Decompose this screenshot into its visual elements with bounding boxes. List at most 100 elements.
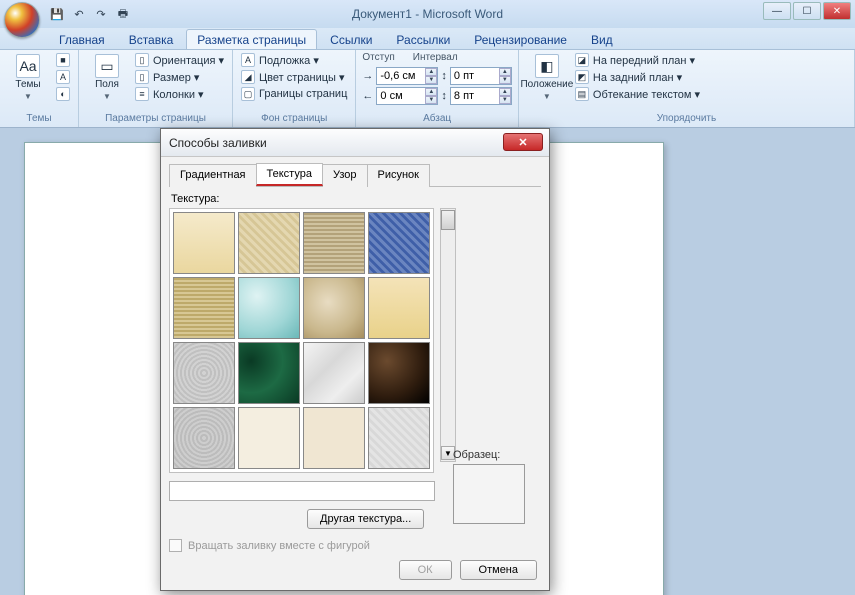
bring-front-button[interactable]: ◪На передний план ▾	[573, 52, 702, 68]
position-label: Положение	[520, 80, 573, 90]
tab-view[interactable]: Вид	[580, 29, 624, 49]
dlg-tab-gradient[interactable]: Градиентная	[169, 164, 257, 187]
quick-access-toolbar: 💾 ↶ ↷ 🖶	[48, 5, 132, 23]
dialog-titlebar[interactable]: Способы заливки ✕	[161, 129, 549, 157]
texture-scrollbar[interactable]: ▲ ▼	[440, 208, 456, 462]
spin-up[interactable]: ▲	[425, 68, 437, 76]
spacing-before-icon: ↕	[441, 70, 447, 82]
ribbon: Aa Темы ▼ ■ A ◐ Темы ▭ Поля ▼ ▯Ориентаци…	[0, 50, 855, 128]
fill-effects-dialog: Способы заливки ✕ Градиентная Текстура У…	[160, 128, 550, 591]
rotate-fill-label: Вращать заливку вместе с фигурой	[188, 540, 370, 552]
window-title: Документ1 - Microsoft Word	[352, 7, 503, 21]
group-arrange: ◧ Положение ▼ ◪На передний план ▾ ◩ На за…	[519, 50, 855, 127]
spin-up[interactable]: ▲	[499, 88, 511, 96]
texture-swatch[interactable]	[238, 407, 300, 469]
texture-swatch[interactable]	[173, 212, 235, 274]
tab-page-layout[interactable]: Разметка страницы	[186, 29, 317, 49]
texture-swatch[interactable]	[173, 407, 235, 469]
spin-down[interactable]: ▼	[499, 96, 511, 104]
sample-label: Образец:	[453, 449, 531, 461]
text-wrap-button[interactable]: ▤ Обтекание текстом ▾	[573, 86, 702, 102]
qat-redo[interactable]: ↷	[92, 5, 110, 23]
spin-up[interactable]: ▲	[425, 88, 437, 96]
other-texture-button[interactable]: Другая текстура...	[307, 509, 424, 529]
texture-swatch[interactable]	[238, 342, 300, 404]
texture-swatch[interactable]	[368, 342, 430, 404]
group-page-setup: ▭ Поля ▼ ▯Ориентация ▾ ▯Размер ▾ ≡Колонк…	[79, 50, 233, 127]
group-themes: Aa Темы ▼ ■ A ◐ Темы	[0, 50, 79, 127]
columns-button[interactable]: ≡Колонки ▾	[133, 86, 226, 102]
sample-section: Образец:	[453, 449, 531, 524]
office-button[interactable]	[4, 2, 40, 38]
themes-label: Темы	[15, 80, 40, 90]
texture-swatch[interactable]	[303, 212, 365, 274]
tab-insert[interactable]: Вставка	[118, 29, 185, 49]
spin-down[interactable]: ▼	[499, 76, 511, 84]
scroll-thumb[interactable]	[441, 210, 455, 230]
qat-save[interactable]: 💾	[48, 5, 66, 23]
chevron-down-icon: ▼	[103, 92, 111, 101]
ribbon-tabs: Главная Вставка Разметка страницы Ссылки…	[0, 28, 855, 50]
group-page-setup-label: Параметры страницы	[85, 112, 226, 125]
spin-up[interactable]: ▲	[499, 68, 511, 76]
dialog-footer: ОК Отмена	[169, 560, 541, 580]
themes-icon: Aa	[16, 54, 40, 78]
qat-print[interactable]: 🖶	[114, 5, 132, 23]
cancel-button[interactable]: Отмена	[460, 560, 537, 580]
tab-review[interactable]: Рецензирование	[463, 29, 578, 49]
watermark-button[interactable]: AПодложка ▾	[239, 52, 349, 68]
dlg-tab-picture[interactable]: Рисунок	[367, 164, 431, 187]
orientation-button[interactable]: ▯Ориентация ▾	[133, 52, 226, 68]
front-icon: ◪	[575, 53, 589, 67]
tab-mailings[interactable]: Рассылки	[385, 29, 461, 49]
margins-button[interactable]: ▭ Поля ▼	[85, 52, 129, 103]
tab-home[interactable]: Главная	[48, 29, 116, 49]
texture-swatch[interactable]	[173, 342, 235, 404]
orientation-icon: ▯	[135, 53, 149, 67]
texture-swatch[interactable]	[368, 277, 430, 339]
texture-swatch[interactable]	[368, 407, 430, 469]
chevron-down-icon: ▼	[543, 92, 551, 101]
minimize-button[interactable]: —	[763, 2, 791, 20]
border-icon: ▢	[241, 87, 255, 101]
theme-colors-button[interactable]: ■	[54, 52, 72, 68]
dlg-tab-pattern[interactable]: Узор	[322, 164, 368, 187]
texture-swatch[interactable]	[303, 407, 365, 469]
send-back-button[interactable]: ◩ На задний план ▾	[573, 69, 702, 85]
margins-icon: ▭	[95, 54, 119, 78]
texture-swatch[interactable]	[303, 277, 365, 339]
qat-undo[interactable]: ↶	[70, 5, 88, 23]
rotate-fill-checkbox	[169, 539, 182, 552]
position-button[interactable]: ◧ Положение ▼	[525, 52, 569, 103]
texture-swatch[interactable]	[303, 342, 365, 404]
theme-effects-button[interactable]: ◐	[54, 86, 72, 102]
group-page-bg-label: Фон страницы	[239, 112, 349, 125]
wrap-label: Обтекание текстом ▾	[593, 88, 700, 101]
texture-swatch[interactable]	[238, 277, 300, 339]
texture-swatch[interactable]	[368, 212, 430, 274]
texture-heading: Текстура:	[171, 193, 541, 205]
page-borders-button[interactable]: ▢Границы страниц	[239, 86, 349, 102]
close-button[interactable]: ✕	[823, 2, 851, 20]
spin-down[interactable]: ▼	[425, 96, 437, 104]
size-label: Размер ▾	[153, 71, 199, 84]
themes-button[interactable]: Aa Темы ▼	[6, 52, 50, 103]
texture-swatch[interactable]	[238, 212, 300, 274]
dlg-tab-texture[interactable]: Текстура	[256, 163, 323, 186]
tab-references[interactable]: Ссылки	[319, 29, 383, 49]
sample-preview	[453, 464, 525, 524]
size-button[interactable]: ▯Размер ▾	[133, 69, 226, 85]
columns-icon: ≡	[135, 87, 149, 101]
texture-swatch[interactable]	[173, 277, 235, 339]
dialog-close-button[interactable]: ✕	[503, 133, 543, 151]
theme-fonts-button[interactable]: A	[54, 69, 72, 85]
spacing-title: Интервал	[413, 52, 458, 63]
wrap-icon: ▤	[575, 87, 589, 101]
back-label: На задний план ▾	[593, 71, 682, 84]
group-themes-label: Темы	[6, 112, 72, 125]
maximize-button[interactable]: ☐	[793, 2, 821, 20]
ok-button[interactable]: ОК	[399, 560, 452, 580]
spin-down[interactable]: ▼	[425, 76, 437, 84]
page-color-button[interactable]: ◢Цвет страницы ▾	[239, 69, 349, 85]
back-icon: ◩	[575, 70, 589, 84]
